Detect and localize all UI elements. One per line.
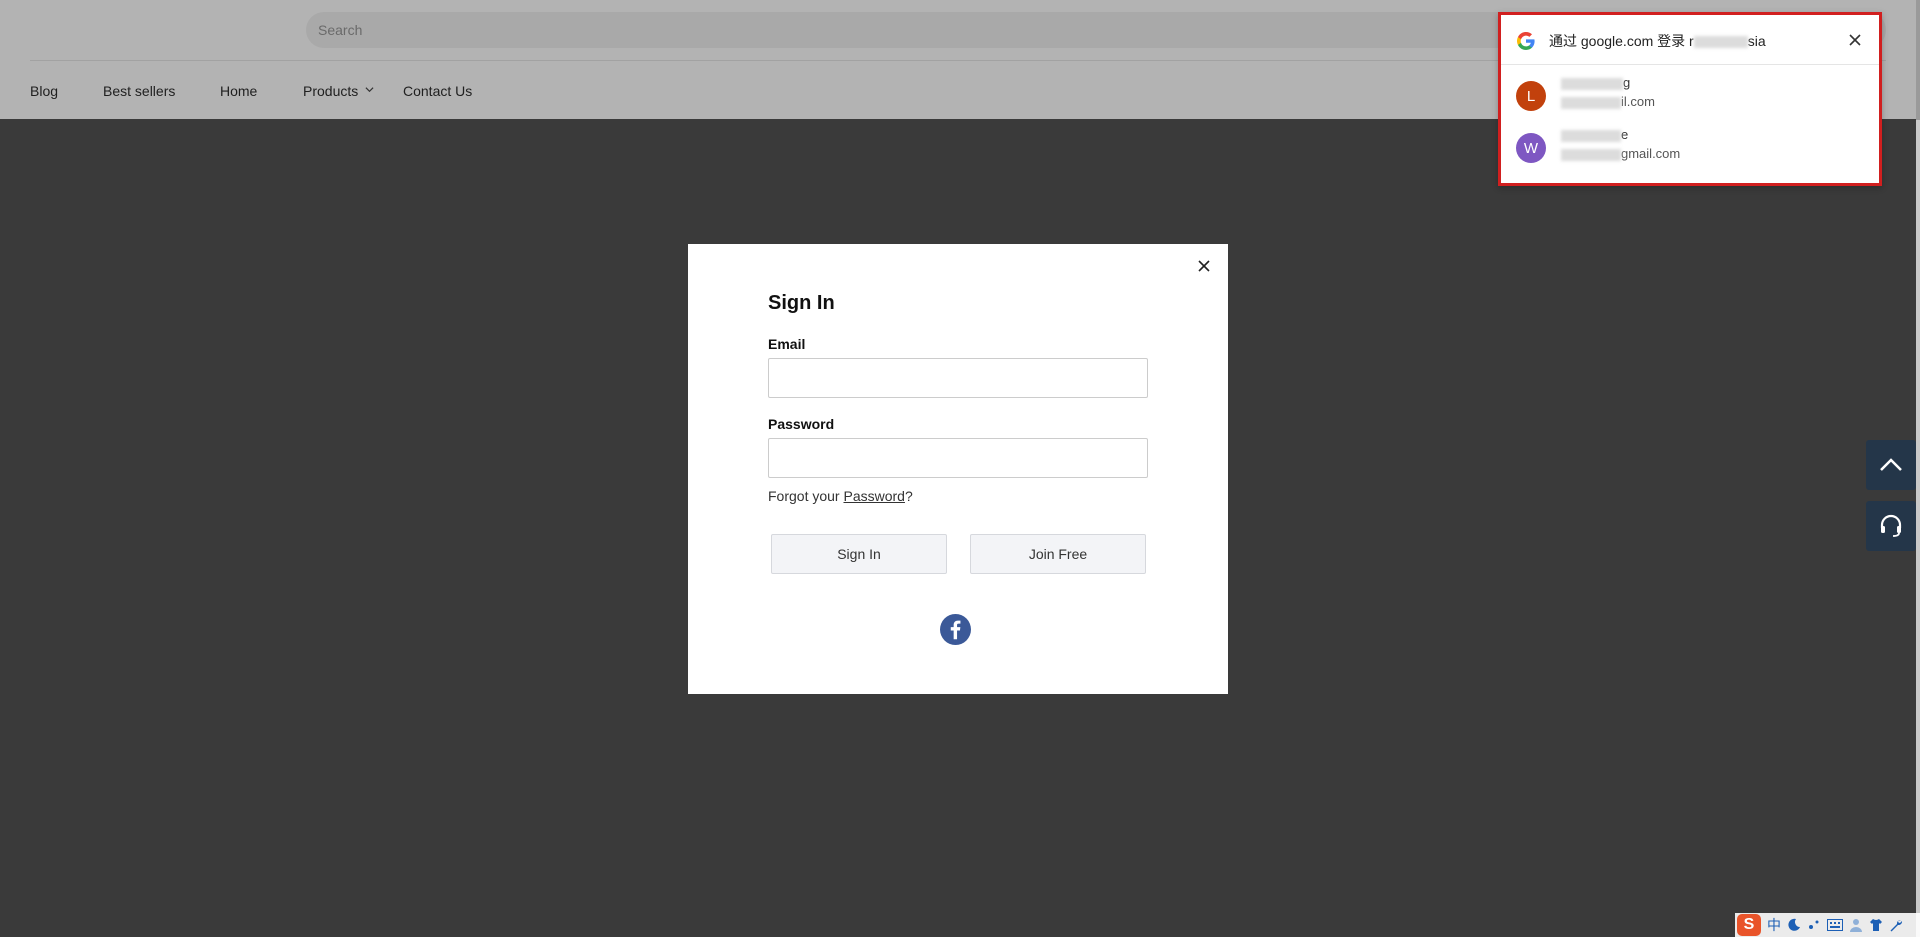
account-email-visible: gmail.com [1621,146,1681,161]
google-sign-in-popup: 通过 google.com 登录 r sia L g il.com W e gma… [1498,12,1882,186]
headset-icon [1880,514,1902,537]
modal-title: Sign In [768,292,835,314]
redacted-text [1561,129,1621,142]
account-email: il.com [1561,94,1655,109]
google-popup-title-text: 通过 google.com 登录 r [1549,33,1694,49]
sign-in-modal: Sign In Email Password Forgot your Passw… [688,244,1228,694]
wrench-icon[interactable] [1889,918,1903,932]
nav-item-contact-us[interactable]: Contact Us [403,79,472,103]
google-logo-icon [1517,32,1535,50]
moon-icon[interactable] [1787,918,1801,932]
back-to-top-button[interactable] [1866,440,1916,490]
scrollbar-thumb[interactable] [1916,0,1920,120]
account-name-visible: e [1621,127,1629,142]
email-field[interactable] [768,358,1148,398]
page-scrollbar[interactable] [1916,0,1920,937]
avatar: W [1516,133,1546,163]
forgot-suffix: ? [904,488,913,504]
close-icon[interactable] [1196,258,1212,274]
keyboard-icon[interactable] [1827,919,1843,931]
close-icon[interactable] [1849,34,1861,46]
redacted-text [1693,36,1748,49]
account-email-visible: il.com [1621,94,1655,109]
google-popup-title-suffix: sia [1747,33,1766,49]
forgot-password-link[interactable]: Password [843,488,904,504]
account-name: e [1561,127,1628,142]
ime-toolbar[interactable]: S 中 [1735,913,1920,937]
account-name-visible: g [1623,75,1631,90]
sign-in-button[interactable]: Sign In [771,534,947,574]
google-account-item[interactable]: W e gmail.com [1501,127,1879,183]
password-field[interactable] [768,438,1148,478]
redacted-text [1561,77,1623,90]
ime-mode-toggle[interactable]: 中 [1767,915,1781,935]
punctuation-icon[interactable] [1807,918,1821,932]
forgot-prefix: Forgot your [768,488,844,504]
customer-service-button[interactable] [1866,501,1916,551]
user-icon[interactable] [1849,918,1863,932]
nav-item-home[interactable]: Home [220,79,257,103]
google-popup-title: 通过 google.com 登录 r sia [1549,31,1766,51]
google-popup-header: 通过 google.com 登录 r sia [1501,15,1879,65]
chevron-up-icon [1880,458,1902,471]
ime-logo-icon[interactable]: S [1737,914,1761,936]
skin-shirt-icon[interactable] [1869,918,1883,932]
avatar: L [1516,81,1546,111]
redacted-text [1561,96,1621,109]
facebook-icon[interactable] [940,614,971,645]
nav-item-products[interactable]: Products [303,79,358,103]
account-email: gmail.com [1561,146,1680,161]
join-free-button[interactable]: Join Free [970,534,1146,574]
account-name: g [1561,75,1630,90]
nav-item-best-sellers[interactable]: Best sellers [103,79,175,103]
forgot-password-text: Forgot your Password? [768,488,913,504]
nav-item-blog[interactable]: Blog [30,79,58,103]
google-account-item[interactable]: L g il.com [1501,75,1879,131]
chevron-down-icon[interactable] [365,85,374,94]
email-label: Email [768,336,806,352]
redacted-text [1561,148,1621,161]
password-label: Password [768,416,835,432]
